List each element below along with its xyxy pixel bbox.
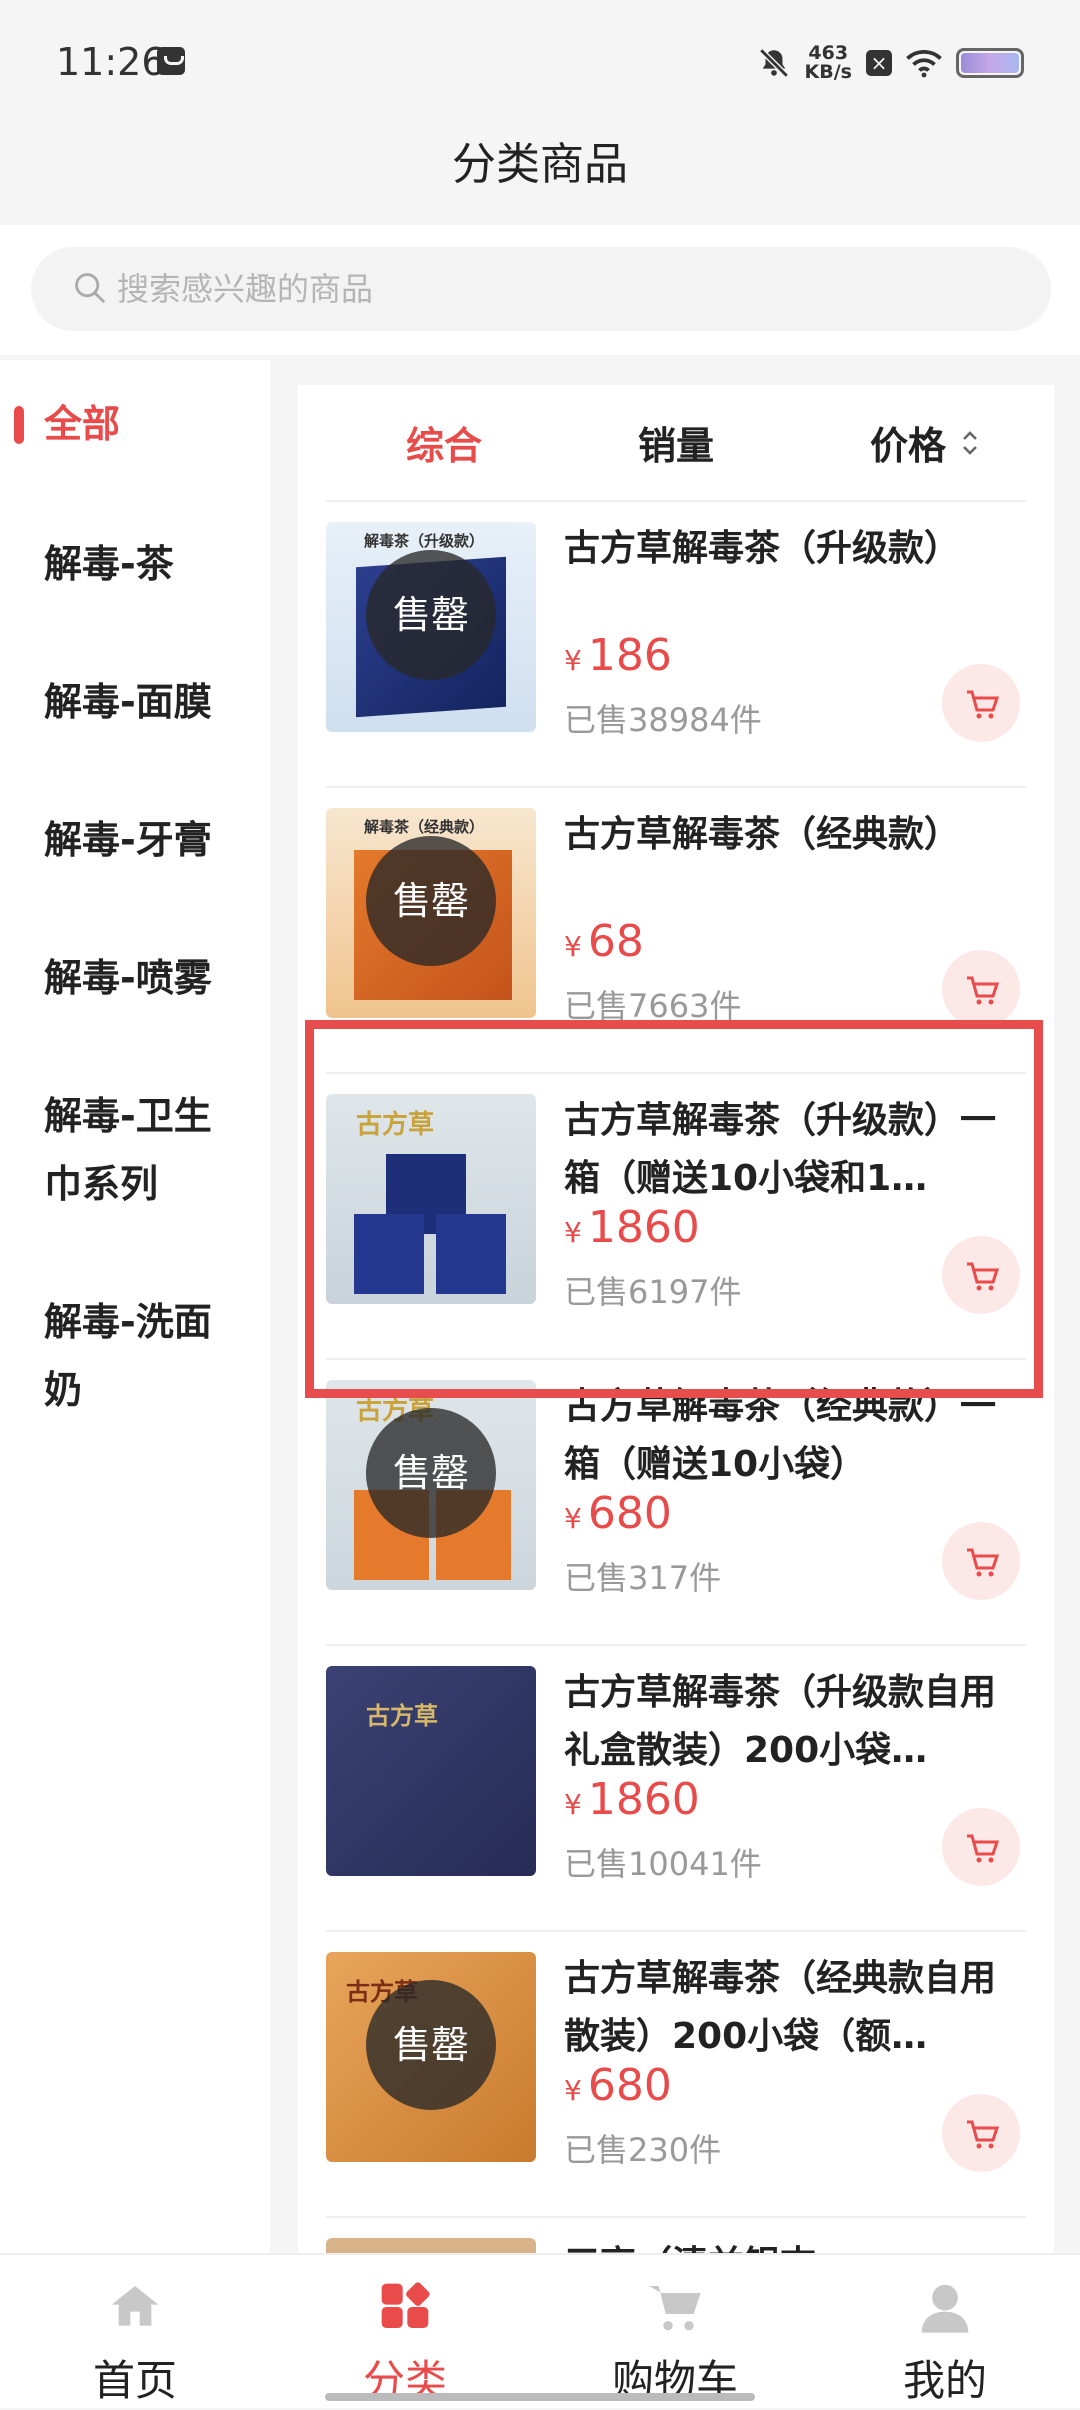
- sidebar-item-mask[interactable]: 解毒-面膜: [44, 668, 244, 736]
- battery-icon: [956, 48, 1024, 78]
- add-to-cart-button[interactable]: [942, 1808, 1020, 1886]
- tab-price[interactable]: 价格: [870, 415, 946, 470]
- sidebar-item-spray[interactable]: 解毒-喷雾: [44, 944, 244, 1012]
- product-title: 古方草解毒茶（升级款）: [564, 528, 961, 569]
- home-indicator: [325, 2393, 755, 2401]
- sidebar-item-tea[interactable]: 解毒-茶: [44, 530, 244, 598]
- add-to-cart-button[interactable]: [942, 950, 1020, 1028]
- product-item[interactable]: 古方草 古方草解毒茶（升级款自用礼盒散装）200小袋… ¥1860 已售1004…: [326, 1646, 1026, 1932]
- product-thumbnail: 古方草: [326, 1666, 536, 1876]
- nav-label: 首页: [92, 2356, 177, 2405]
- product-price: ¥68: [564, 916, 644, 967]
- nav-cart[interactable]: 购物车: [540, 2255, 810, 2410]
- cart-icon: [649, 2286, 701, 2331]
- network-speed: 463 KB/s: [804, 42, 852, 83]
- search-box[interactable]: [31, 247, 1051, 331]
- mute-bell-icon: [758, 48, 789, 78]
- product-sold-count: 已售10041件: [564, 1845, 762, 1883]
- product-price: ¥1860: [564, 1774, 700, 1825]
- status-time: 11:26: [56, 40, 166, 84]
- nav-home[interactable]: 首页: [0, 2255, 270, 2410]
- tab-comprehensive[interactable]: 综合: [406, 415, 482, 470]
- nav-category[interactable]: 分类: [270, 2255, 540, 2410]
- product-price: ¥680: [564, 1488, 672, 1539]
- product-title: 古方草解毒茶（升级款自用礼盒散装）200小袋…: [564, 1672, 997, 1771]
- add-to-cart-button[interactable]: [942, 1522, 1020, 1600]
- product-item[interactable]: 古方草 售罄 古方草解毒茶（经典款自用散装）200小袋（额… ¥680 已售23…: [326, 1932, 1026, 2218]
- cart-icon: [967, 690, 1000, 719]
- tab-sales[interactable]: 销量: [638, 415, 714, 470]
- search-bar: [0, 225, 1080, 355]
- active-indicator: [14, 406, 24, 444]
- sidebar-item-sanitary[interactable]: 解毒-卫生巾系列: [44, 1082, 234, 1218]
- page-title: 分类商品: [452, 139, 628, 190]
- category-sidebar: 全部 解毒-茶 解毒-面膜 解毒-牙膏 解毒-喷雾 解毒-卫生巾系列 解毒-洗面…: [0, 360, 270, 2255]
- product-item[interactable]: 三高（清益银杏: [326, 2218, 1026, 2255]
- nav-profile[interactable]: 我的: [810, 2255, 1080, 2410]
- profile-icon: [921, 2284, 969, 2333]
- sort-arrows-icon: [963, 431, 977, 455]
- soldout-badge: 售罄: [366, 550, 496, 680]
- cart-icon: [967, 2120, 1000, 2149]
- status-icons: 463 KB/s ×: [757, 38, 1024, 88]
- status-bar: 11:26 463 KB/s ×: [0, 0, 1080, 125]
- nav-label: 我的: [902, 2356, 987, 2405]
- add-to-cart-button[interactable]: [942, 2094, 1020, 2172]
- category-icon: [381, 2282, 430, 2328]
- product-item[interactable]: 古方草 售罄 古方草解毒茶（经典款）一箱（赠送10小袋） ¥680 已售317件: [326, 1360, 1026, 1646]
- product-title: 古方草解毒茶（经典款自用散装）200小袋（额…: [564, 1958, 997, 2057]
- product-price: ¥680: [564, 2060, 672, 2111]
- home-icon: [111, 2286, 159, 2326]
- cart-icon: [967, 1834, 1000, 1863]
- product-item[interactable]: 解毒茶（升级款） 售罄 古方草解毒茶（升级款） ¥186 已售38984件: [326, 502, 1026, 788]
- cart-icon: [967, 976, 1000, 1005]
- soldout-badge: 售罄: [366, 1980, 496, 2110]
- wifi-icon: [906, 50, 942, 78]
- product-sold-count: 已售230件: [564, 2131, 722, 2169]
- highlight-box: [305, 1020, 1043, 1398]
- soldout-badge: 售罄: [366, 1408, 496, 1538]
- search-icon: [75, 273, 106, 304]
- sim-off-icon: ×: [866, 50, 892, 76]
- bottom-nav: 首页 分类 购物车 我的: [0, 2253, 1080, 2408]
- product-sold-count: 已售38984件: [564, 701, 762, 739]
- product-price: ¥186: [564, 630, 672, 681]
- search-input[interactable]: [117, 247, 1017, 331]
- sidebar-item-toothpaste[interactable]: 解毒-牙膏: [44, 806, 244, 874]
- sidebar-item-cleanser[interactable]: 解毒-洗面奶: [44, 1288, 234, 1424]
- message-icon: [157, 47, 185, 75]
- soldout-badge: 售罄: [366, 836, 496, 966]
- product-sold-count: 已售317件: [564, 1559, 722, 1597]
- add-to-cart-button[interactable]: [942, 664, 1020, 742]
- sidebar-item-all[interactable]: 全部: [44, 390, 244, 458]
- cart-icon: [967, 1548, 1000, 1577]
- product-title: 古方草解毒茶（经典款）: [564, 814, 961, 855]
